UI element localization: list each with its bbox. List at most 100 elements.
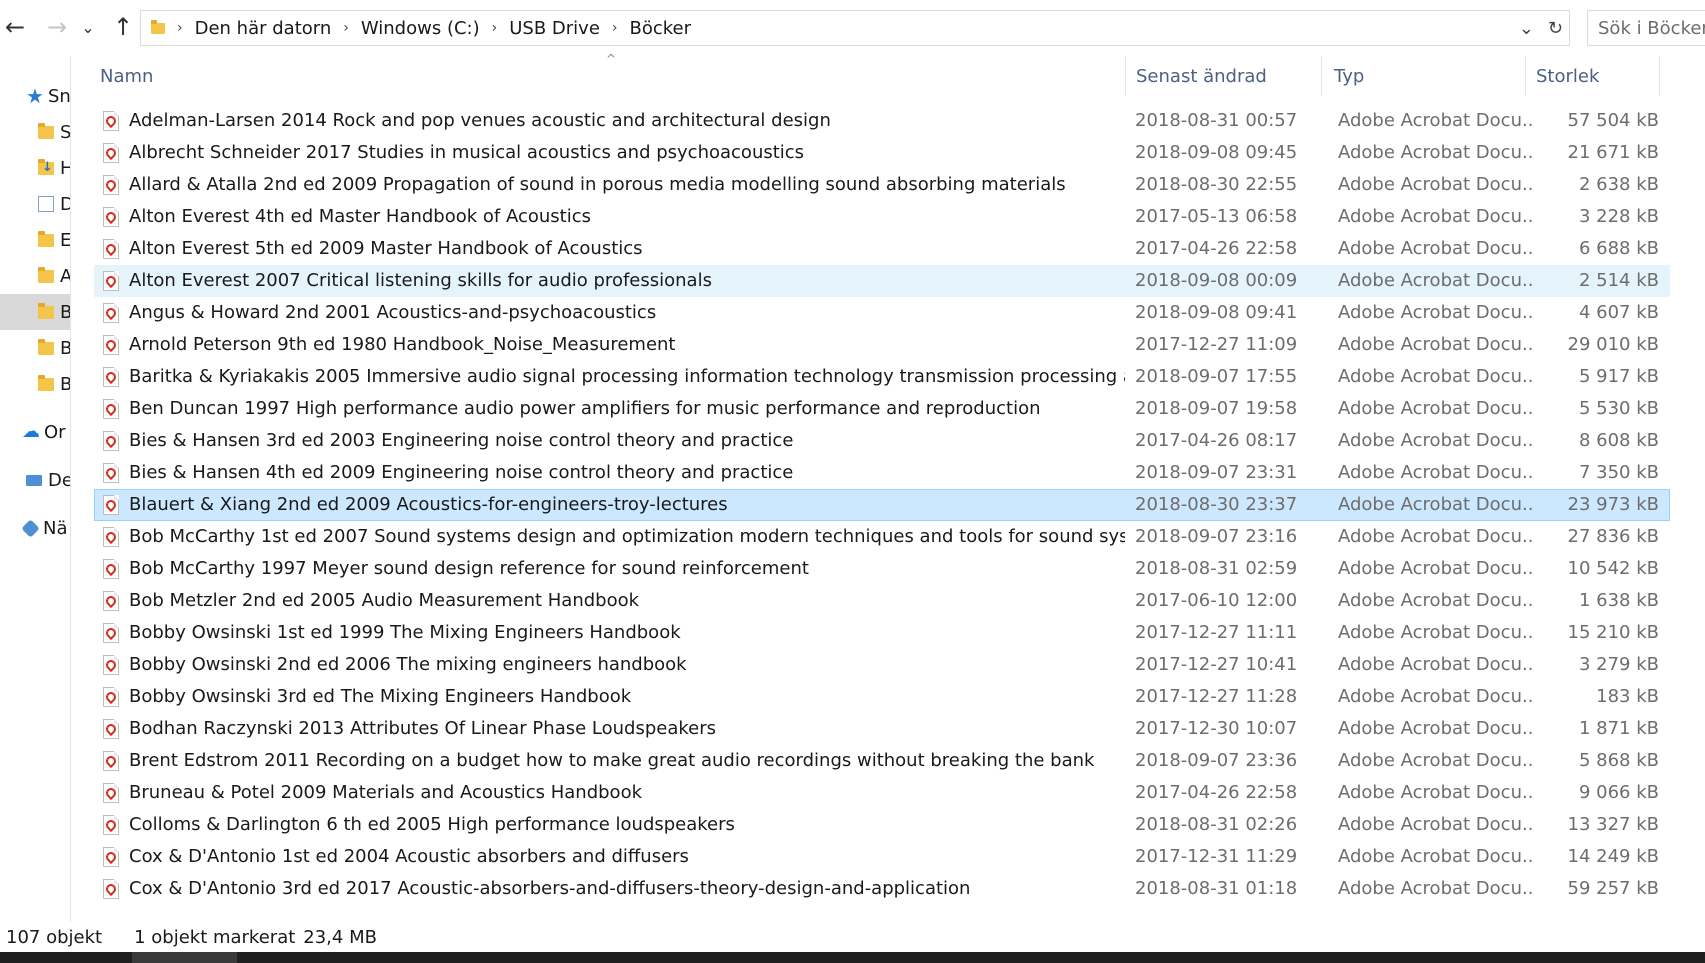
file-modified: 2018-08-30 22:55 <box>1135 174 1298 195</box>
file-row[interactable]: Bies & Hansen 3rd ed 2003 Engineering no… <box>94 425 1670 457</box>
nav-item-folder[interactable]: B <box>0 330 70 366</box>
column-header-name[interactable]: Namn <box>94 56 1126 96</box>
file-name: Ben Duncan 1997 High performance audio p… <box>129 398 1041 419</box>
file-name-cell[interactable]: Allard & Atalla 2nd ed 2009 Propagation … <box>95 170 1125 200</box>
file-row[interactable]: Colloms & Darlington 6 th ed 2005 High p… <box>94 809 1670 841</box>
file-name-cell[interactable]: Alton Everest 2007 Critical listening sk… <box>95 266 1125 296</box>
file-name-cell[interactable]: Adelman-Larsen 2014 Rock and pop venues … <box>95 106 1125 136</box>
file-size: 57 504 kB <box>1567 110 1659 131</box>
nav-item-network[interactable]: Nä <box>0 510 70 546</box>
file-name-cell[interactable]: Alton Everest 4th ed Master Handbook of … <box>95 202 1125 232</box>
pdf-file-icon <box>103 335 119 355</box>
file-name-cell[interactable]: Albrecht Schneider 2017 Studies in music… <box>95 138 1125 168</box>
file-row[interactable]: Bobby Owsinski 2nd ed 2006 The mixing en… <box>94 649 1670 681</box>
file-row[interactable]: Brent Edstrom 2011 Recording on a budget… <box>94 745 1670 777</box>
file-row[interactable]: Bobby Owsinski 1st ed 1999 The Mixing En… <box>94 617 1670 649</box>
file-row[interactable]: Baritka & Kyriakakis 2005 Immersive audi… <box>94 361 1670 393</box>
file-name-cell[interactable]: Bob McCarthy 1997 Meyer sound design ref… <box>95 554 1125 584</box>
breadcrumb-separator[interactable]: › <box>612 20 618 36</box>
file-row[interactable]: Arnold Peterson 9th ed 1980 Handbook_Noi… <box>94 329 1670 361</box>
file-name-cell[interactable]: Baritka & Kyriakakis 2005 Immersive audi… <box>95 362 1125 392</box>
file-row[interactable]: Allard & Atalla 2nd ed 2009 Propagation … <box>94 169 1670 201</box>
file-name: Colloms & Darlington 6 th ed 2005 High p… <box>129 814 735 835</box>
file-list: Adelman-Larsen 2014 Rock and pop venues … <box>94 105 1670 922</box>
column-header-modified[interactable]: Senast ändrad <box>1126 56 1322 96</box>
file-name-cell[interactable]: Bob McCarthy 1st ed 2007 Sound systems d… <box>95 522 1125 552</box>
file-name-cell[interactable]: Bob Metzler 2nd ed 2005 Audio Measuremen… <box>95 586 1125 616</box>
file-name-cell[interactable]: Bruneau & Potel 2009 Materials and Acous… <box>95 778 1125 808</box>
nav-item-downloads[interactable]: H <box>0 150 70 186</box>
breadcrumb-usb-drive[interactable]: USB Drive <box>509 18 600 39</box>
file-name-cell[interactable]: Bodhan Raczynski 2013 Attributes Of Line… <box>95 714 1125 744</box>
file-row[interactable]: Angus & Howard 2nd 2001 Acoustics-and-ps… <box>94 297 1670 329</box>
nav-item-label: D <box>60 194 70 215</box>
file-row[interactable]: Bies & Hansen 4th ed 2009 Engineering no… <box>94 457 1670 489</box>
file-name-cell[interactable]: Bies & Hansen 4th ed 2009 Engineering no… <box>95 458 1125 488</box>
file-row[interactable]: Bob McCarthy 1st ed 2007 Sound systems d… <box>94 521 1670 553</box>
file-name-cell[interactable]: Bobby Owsinski 1st ed 1999 The Mixing En… <box>95 618 1125 648</box>
file-size: 29 010 kB <box>1567 334 1659 355</box>
forward-button[interactable]: → <box>42 12 72 42</box>
file-row[interactable]: Bruneau & Potel 2009 Materials and Acous… <box>94 777 1670 809</box>
file-row[interactable]: Bob McCarthy 1997 Meyer sound design ref… <box>94 553 1670 585</box>
file-name-cell[interactable]: Ben Duncan 1997 High performance audio p… <box>95 394 1125 424</box>
address-bar[interactable]: › Den här datorn › Windows (C:) › USB Dr… <box>140 10 1570 46</box>
file-row[interactable]: Alton Everest 4th ed Master Handbook of … <box>94 201 1670 233</box>
file-type: Adobe Acrobat Docu... <box>1338 782 1533 803</box>
file-name: Bobby Owsinski 1st ed 1999 The Mixing En… <box>129 622 681 643</box>
nav-item-this-pc[interactable]: De <box>0 462 70 498</box>
file-name-cell[interactable]: Bobby Owsinski 3rd ed The Mixing Enginee… <box>95 682 1125 712</box>
breadcrumb-separator[interactable]: › <box>492 20 498 36</box>
back-button[interactable]: ← <box>0 12 30 42</box>
file-row[interactable]: Blauert & Xiang 2nd ed 2009 Acoustics-fo… <box>94 489 1670 521</box>
file-modified: 2018-08-31 02:59 <box>1135 558 1298 579</box>
file-row[interactable]: Bobby Owsinski 3rd ed The Mixing Enginee… <box>94 681 1670 713</box>
file-row[interactable]: Cox & D'Antonio 3rd ed 2017 Acoustic-abs… <box>94 873 1670 905</box>
column-header-type[interactable]: Typ <box>1322 56 1526 96</box>
search-placeholder: Sök i Böcker <box>1598 17 1705 39</box>
status-selection-size: 23,4 MB <box>303 926 377 948</box>
nav-item-quick-access[interactable]: ★ Sn <box>0 78 70 114</box>
file-name-cell[interactable]: Cox & D'Antonio 3rd ed 2017 Acoustic-abs… <box>95 874 1125 904</box>
file-name-cell[interactable]: Colloms & Darlington 6 th ed 2005 High p… <box>95 810 1125 840</box>
search-input[interactable]: Sök i Böcker <box>1587 10 1705 46</box>
file-row[interactable]: Bob Metzler 2nd ed 2005 Audio Measuremen… <box>94 585 1670 617</box>
nav-item-onedrive[interactable]: ☁ Or <box>0 414 70 450</box>
file-row[interactable]: Alton Everest 5th ed 2009 Master Handboo… <box>94 233 1670 265</box>
file-row[interactable]: Cox & D'Antonio 1st ed 2004 Acoustic abs… <box>94 841 1670 873</box>
nav-item-folder-selected[interactable]: B <box>0 294 70 330</box>
file-row[interactable]: Albrecht Schneider 2017 Studies in music… <box>94 137 1670 169</box>
file-name-cell[interactable]: Arnold Peterson 9th ed 1980 Handbook_Noi… <box>95 330 1125 360</box>
file-name-cell[interactable]: Brent Edstrom 2011 Recording on a budget… <box>95 746 1125 776</box>
nav-item-folder[interactable]: A <box>0 258 70 294</box>
breadcrumb-windows-c[interactable]: Windows (C:) <box>361 18 480 39</box>
breadcrumb-bocker[interactable]: Böcker <box>630 18 692 39</box>
file-name-cell[interactable]: Bies & Hansen 3rd ed 2003 Engineering no… <box>95 426 1125 456</box>
file-type: Adobe Acrobat Docu... <box>1338 846 1533 867</box>
file-name-cell[interactable]: Alton Everest 5th ed 2009 Master Handboo… <box>95 234 1125 264</box>
recent-locations-button[interactable]: ⌄ <box>78 12 98 42</box>
breadcrumb-this-pc[interactable]: Den här datorn <box>195 18 332 39</box>
nav-item-folder[interactable]: S <box>0 114 70 150</box>
file-name-cell[interactable]: Cox & D'Antonio 1st ed 2004 Acoustic abs… <box>95 842 1125 872</box>
refresh-icon[interactable]: ↻ <box>1548 18 1563 39</box>
pdf-file-icon <box>103 783 119 803</box>
taskbar-highlight <box>132 952 237 963</box>
up-button[interactable]: ↑ <box>108 12 138 42</box>
file-modified: 2018-08-31 02:26 <box>1135 814 1298 835</box>
file-name-cell[interactable]: Blauert & Xiang 2nd ed 2009 Acoustics-fo… <box>95 490 1125 520</box>
file-row[interactable]: Alton Everest 2007 Critical listening sk… <box>94 265 1670 297</box>
address-dropdown-icon[interactable]: ⌄ <box>1519 18 1534 39</box>
file-size: 7 350 kB <box>1578 462 1659 483</box>
file-row[interactable]: Adelman-Larsen 2014 Rock and pop venues … <box>94 105 1670 137</box>
nav-item-documents[interactable]: D <box>0 186 70 222</box>
file-name-cell[interactable]: Bobby Owsinski 2nd ed 2006 The mixing en… <box>95 650 1125 680</box>
breadcrumb-separator[interactable]: › <box>343 20 349 36</box>
file-name: Bobby Owsinski 3rd ed The Mixing Enginee… <box>129 686 632 707</box>
column-header-size[interactable]: Storlek <box>1526 56 1660 96</box>
nav-item-folder[interactable]: E <box>0 222 70 258</box>
file-name-cell[interactable]: Angus & Howard 2nd 2001 Acoustics-and-ps… <box>95 298 1125 328</box>
file-row[interactable]: Bodhan Raczynski 2013 Attributes Of Line… <box>94 713 1670 745</box>
nav-item-folder[interactable]: B <box>0 366 70 402</box>
file-row[interactable]: Ben Duncan 1997 High performance audio p… <box>94 393 1670 425</box>
